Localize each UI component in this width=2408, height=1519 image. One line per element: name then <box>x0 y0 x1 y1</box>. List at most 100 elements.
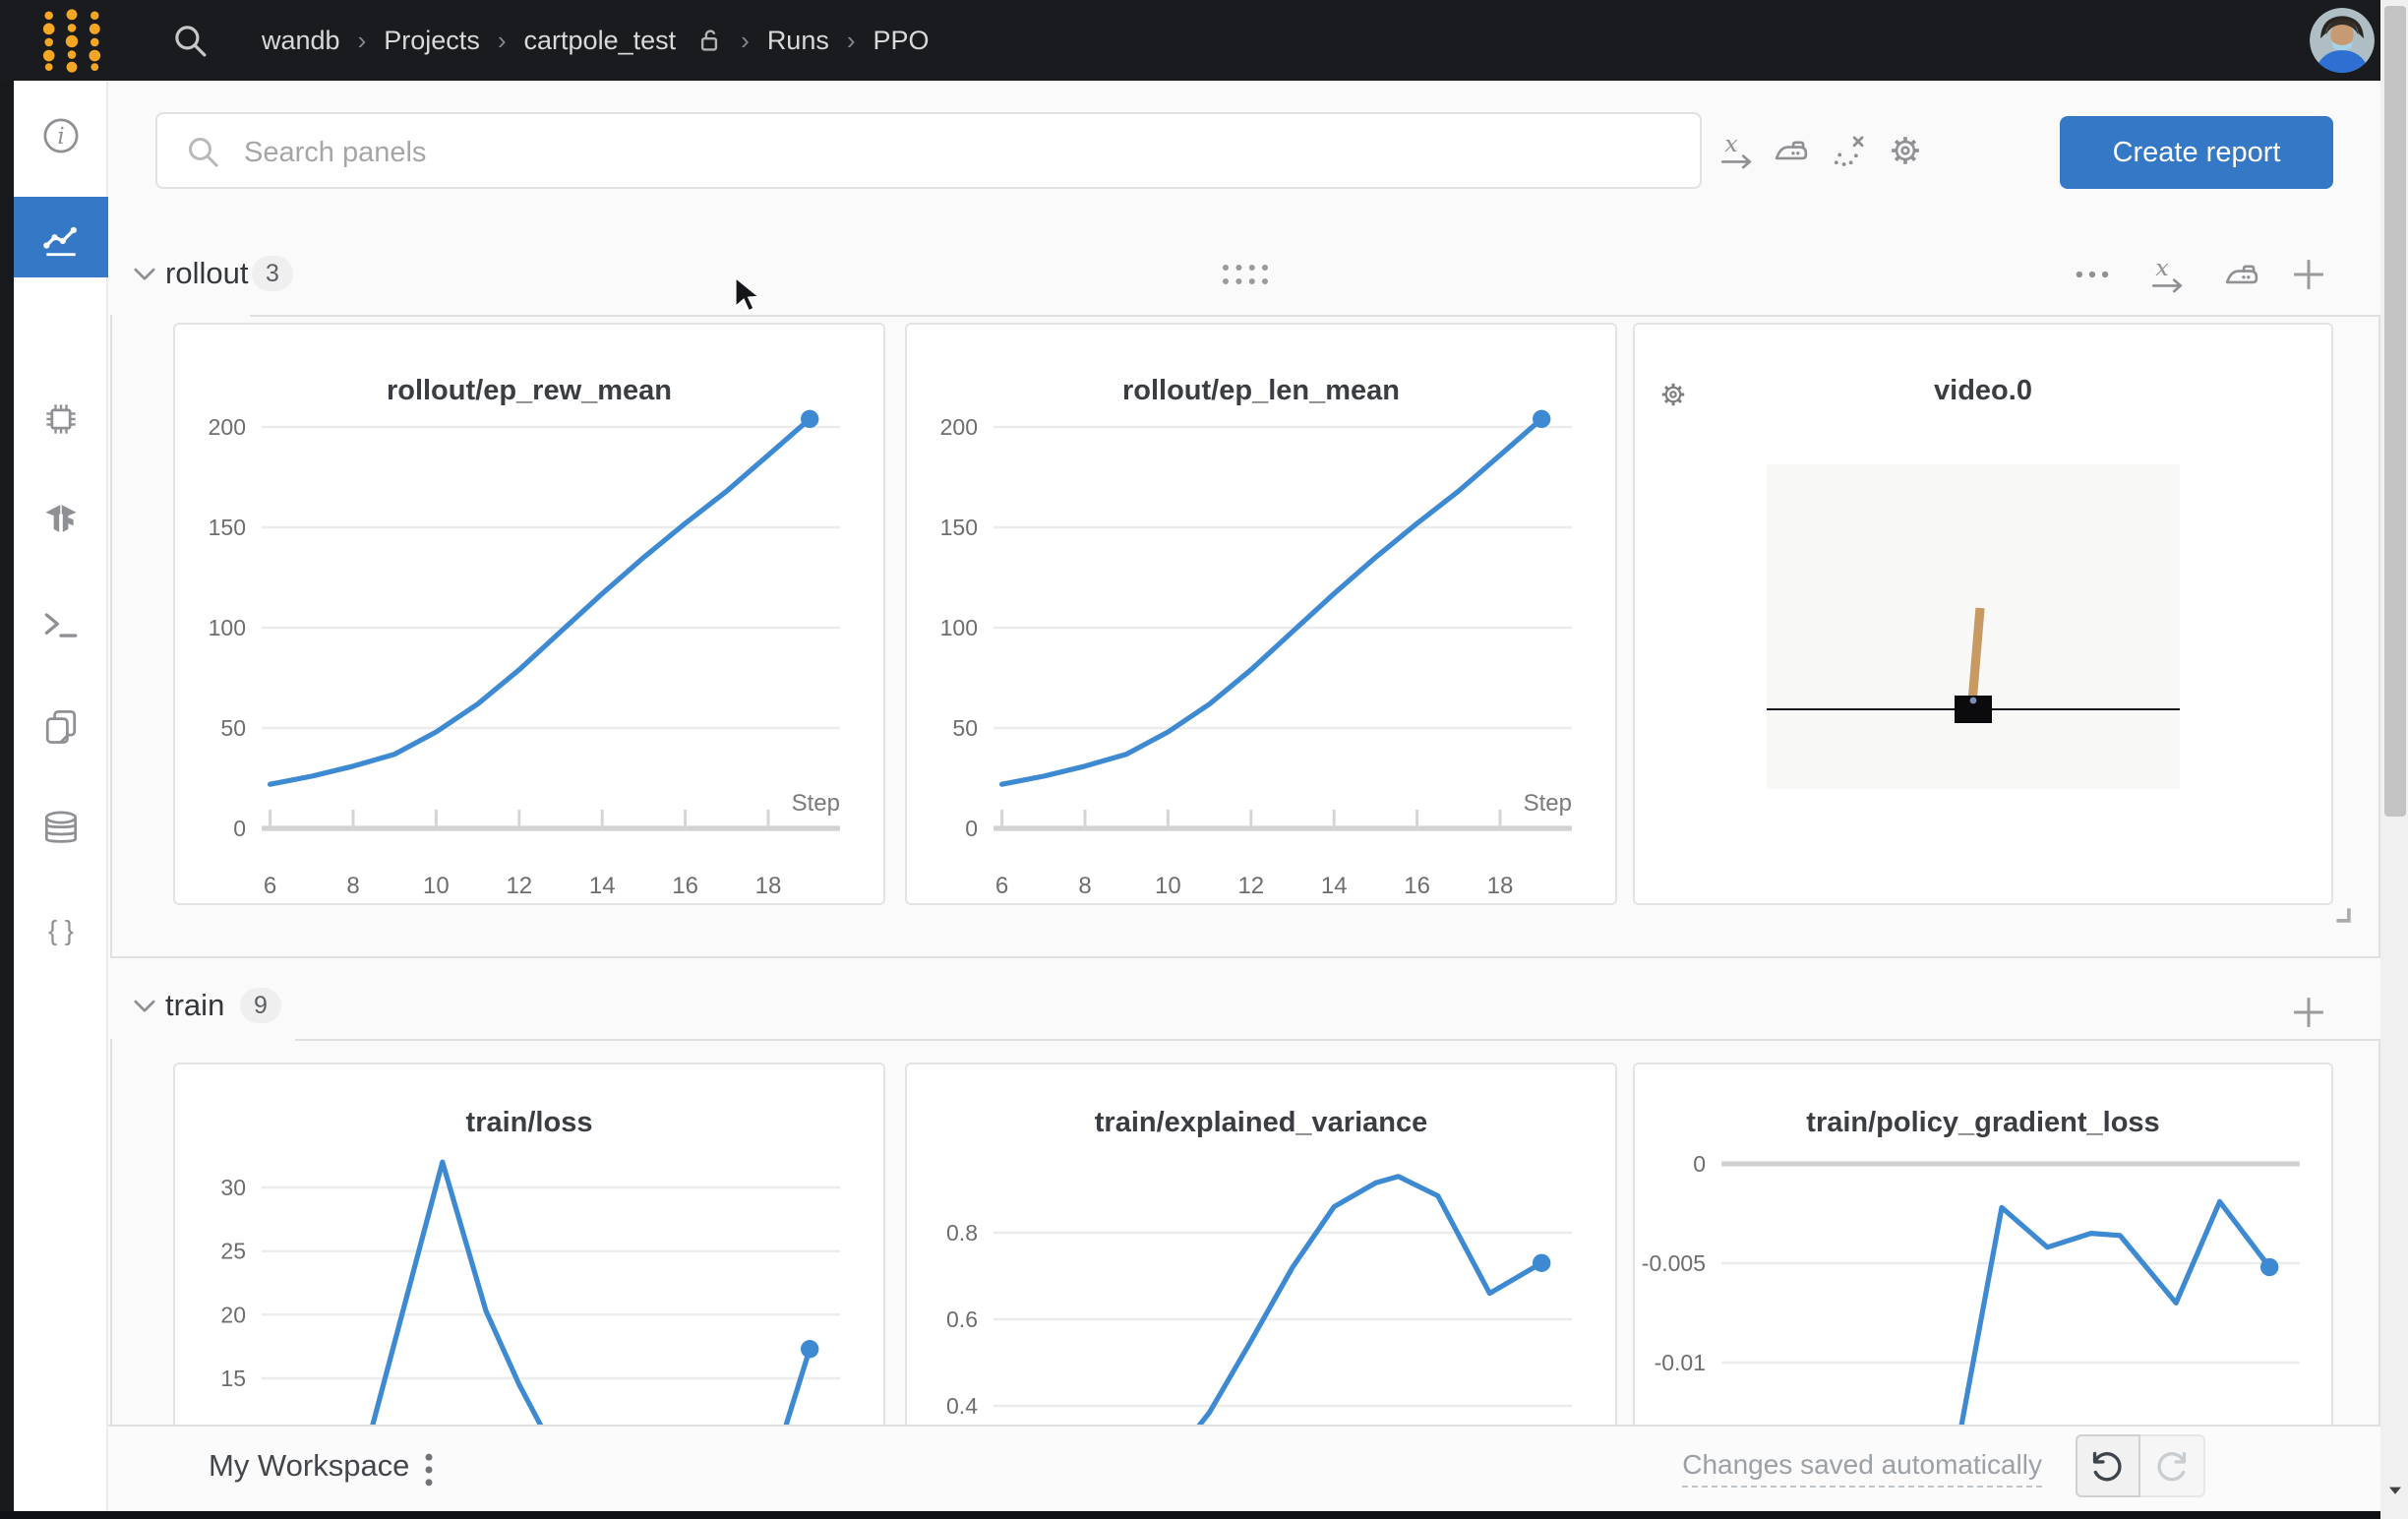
add-panel-icon[interactable] <box>2288 253 2329 294</box>
svg-text:i: i <box>57 124 64 150</box>
resize-handle-icon[interactable] <box>2331 903 2357 929</box>
breadcrumb-run[interactable]: PPO <box>873 26 930 55</box>
sidebar-item-charts[interactable] <box>14 197 108 277</box>
workspace-label[interactable]: My Workspace <box>209 1450 409 1486</box>
line-chart[interactable]: 050100150200681012141618Step <box>907 325 1619 907</box>
svg-text:18: 18 <box>755 873 782 899</box>
section-count-badge: 3 <box>252 256 293 291</box>
section-title-train[interactable]: train <box>165 990 224 1025</box>
section-menu-icon[interactable] <box>2072 253 2113 294</box>
svg-text:0: 0 <box>233 816 246 841</box>
breadcrumb: wandb › Projects › cartpole_test › Runs … <box>262 0 930 81</box>
svg-text:0.6: 0.6 <box>946 1306 978 1332</box>
svg-text:18: 18 <box>1487 873 1514 899</box>
autosave-status[interactable]: Changes saved automatically <box>1682 1448 2042 1488</box>
undo-button[interactable] <box>2076 1434 2140 1497</box>
breadcrumb-project[interactable]: cartpole_test <box>524 26 677 55</box>
svg-text:0.4: 0.4 <box>946 1393 978 1419</box>
svg-text:-0.01: -0.01 <box>1655 1350 1706 1375</box>
cartpole-video[interactable] <box>1767 464 2180 789</box>
smoothing-iron-icon[interactable] <box>1771 130 1812 171</box>
breadcrumb-separator: › <box>741 26 750 55</box>
svg-text:12: 12 <box>506 873 532 899</box>
svg-text:10: 10 <box>423 873 450 899</box>
files-icon <box>39 704 83 748</box>
add-panel-icon[interactable] <box>2288 992 2329 1033</box>
outliers-icon[interactable] <box>1828 130 1869 171</box>
svg-text:x: x <box>2155 253 2168 280</box>
panel-video[interactable]: video.0 <box>1633 323 2333 905</box>
scrollbar-thumb[interactable] <box>2383 6 2405 817</box>
line-chart[interactable]: 050100150200681012141618Step <box>175 325 887 907</box>
svg-text:12: 12 <box>1237 873 1264 899</box>
avatar[interactable] <box>2310 8 2375 73</box>
scroll-down-arrow-icon[interactable] <box>2385 1482 2403 1499</box>
redo-icon <box>2152 1448 2190 1486</box>
svg-text:16: 16 <box>1404 873 1430 899</box>
sidebar-item-model[interactable] <box>14 478 108 565</box>
svg-text:Step: Step <box>1524 790 1572 817</box>
breadcrumb-separator: › <box>358 26 367 55</box>
panel-ep-len-mean[interactable]: rollout/ep_len_mean 05010015020068101214… <box>905 323 1617 905</box>
search-panels-box <box>155 112 1702 189</box>
smoothing-iron-icon[interactable] <box>2221 253 2262 294</box>
scrollbar[interactable] <box>2380 0 2408 1519</box>
breadcrumb-projects[interactable]: Projects <box>384 26 480 55</box>
cartpole-render <box>1767 464 2180 789</box>
panel-ep-rew-mean[interactable]: rollout/ep_rew_mean 05010015020068101214… <box>173 323 885 905</box>
settings-gear-icon[interactable] <box>1885 130 1926 171</box>
svg-text:15: 15 <box>220 1366 246 1391</box>
svg-text:6: 6 <box>264 873 276 899</box>
svg-text:25: 25 <box>220 1239 246 1264</box>
terminal-icon <box>39 604 83 647</box>
search-icon[interactable] <box>169 20 211 61</box>
section-border <box>250 315 2380 317</box>
svg-text:150: 150 <box>940 515 978 540</box>
svg-text:200: 200 <box>940 414 978 440</box>
redo-button[interactable] <box>2140 1434 2205 1497</box>
svg-text:100: 100 <box>209 615 246 640</box>
wandb-workspace: wandb › Projects › cartpole_test › Runs … <box>0 0 2408 1519</box>
section-count-badge: 9 <box>240 988 281 1023</box>
chip-icon <box>39 397 83 441</box>
chevron-down-icon[interactable] <box>128 257 161 290</box>
braces-icon: { } <box>39 909 83 952</box>
info-icon: i <box>39 114 83 157</box>
kebab-menu-icon[interactable] <box>407 1448 451 1491</box>
breadcrumb-entity[interactable]: wandb <box>262 26 340 55</box>
search-panels-input[interactable] <box>240 114 1664 191</box>
sidebar-item-config[interactable]: { } <box>14 887 108 974</box>
section-title-rollout[interactable]: rollout <box>165 258 248 293</box>
breadcrumb-separator: › <box>847 26 856 55</box>
svg-text:150: 150 <box>209 515 246 540</box>
breadcrumb-runs[interactable]: Runs <box>767 26 829 55</box>
svg-text:14: 14 <box>1321 873 1348 899</box>
create-report-button[interactable]: Create report <box>2060 116 2333 189</box>
drag-handle-icon[interactable] <box>1220 260 1271 289</box>
svg-text:0.8: 0.8 <box>946 1220 978 1246</box>
sidebar-item-overview[interactable]: i <box>14 92 108 179</box>
unlock-icon <box>693 26 723 55</box>
svg-text:Step: Step <box>792 790 840 817</box>
sidebar: i { } <box>14 81 108 1511</box>
window-edge <box>0 1511 2380 1519</box>
sidebar-item-logs[interactable] <box>14 582 108 669</box>
svg-text:8: 8 <box>346 873 359 899</box>
section-border <box>110 315 112 956</box>
svg-text:100: 100 <box>940 615 978 640</box>
tensorflow-icon <box>39 500 83 543</box>
wandb-logo-icon[interactable] <box>37 8 106 73</box>
x-axis-settings-icon[interactable]: x <box>1717 130 1759 171</box>
sidebar-item-system[interactable] <box>14 376 108 462</box>
window-edge <box>0 81 14 1519</box>
sidebar-item-files[interactable] <box>14 683 108 769</box>
svg-text:-0.005: -0.005 <box>1642 1250 1706 1276</box>
x-axis-settings-icon[interactable]: x <box>2148 253 2190 294</box>
svg-text:16: 16 <box>672 873 698 899</box>
search-icon <box>183 132 222 171</box>
chevron-down-icon[interactable] <box>128 989 161 1022</box>
database-icon <box>39 807 83 850</box>
sidebar-item-artifacts[interactable] <box>14 785 108 872</box>
svg-text:20: 20 <box>220 1302 246 1327</box>
line-chart-icon <box>39 218 83 262</box>
